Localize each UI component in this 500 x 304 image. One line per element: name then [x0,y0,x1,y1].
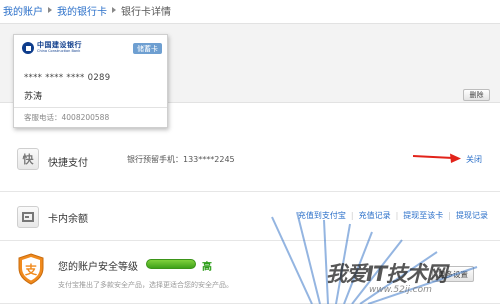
card-number: **** **** **** 0289 [24,73,111,83]
close-quick-pay-link[interactable]: 关闭 [466,154,482,165]
red-arrow-icon [413,153,461,163]
security-level-bar [146,259,196,269]
security-shield-icon: 支 [18,253,44,285]
security-level-value: 高 [202,262,212,273]
bank-card: 中国建设银行 China Construction Bank 储蓄卡 **** … [13,34,168,128]
watermark-text: 我爱IT技术网 [326,262,447,286]
delete-button[interactable]: 删除 [463,89,490,101]
card-type-badge: 储蓄卡 [133,43,162,54]
balance-title: 卡内余额 [48,214,88,225]
balance-actions: 充值到支付宝 | 充值记录 | 提现至该卡 | 提现记录 [297,210,488,221]
quick-pay-icon: 快 [17,148,39,170]
bank-logo: 中国建设银行 China Construction Bank [22,42,82,54]
watermark-url: www.52ij.com [369,285,432,295]
breadcrumb-separator-icon [48,7,52,13]
breadcrumb-current: 银行卡详情 [121,6,171,18]
security-description: 支付宝推出了多款安全产品，选择更适合您的安全产品。 [58,281,233,289]
service-phone: 客服电话：4008200588 [14,107,167,127]
security-shield-char: 支 [24,262,38,277]
security-level-title: 您的账户安全等级 [58,262,138,273]
bank-logo-icon [22,42,34,54]
recharge-records-link[interactable]: 充值记录 [359,210,391,221]
reserved-phone: 银行预留手机：133****2245 [127,155,235,164]
breadcrumb-separator-icon [112,7,116,13]
breadcrumb: 我的账户 我的银行卡 银行卡详情 [3,3,171,18]
withdraw-to-card-link[interactable]: 提现至该卡 [403,210,443,221]
bank-name-en: China Construction Bank [37,49,81,54]
withdraw-records-link[interactable]: 提现记录 [456,210,488,221]
breadcrumb-my-bank-cards[interactable]: 我的银行卡 [57,3,107,18]
recharge-to-alipay-link[interactable]: 充值到支付宝 [298,210,346,221]
balance-icon [17,206,39,228]
bank-name-cn: 中国建设银行 [37,41,82,50]
breadcrumb-my-account[interactable]: 我的账户 [3,3,43,18]
quick-pay-title: 快捷支付 [48,158,88,169]
card-holder-name: 苏涛 [24,92,43,102]
